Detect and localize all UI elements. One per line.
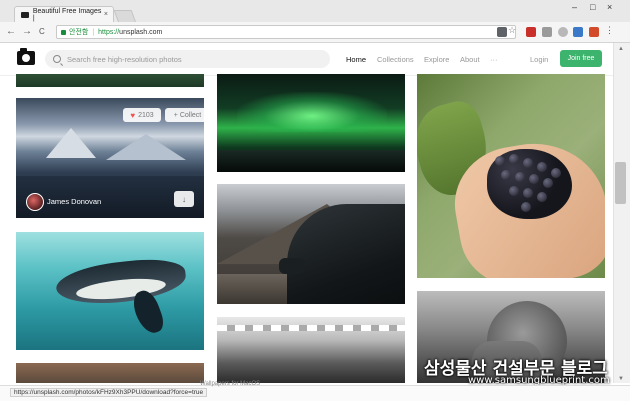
photo-mountains[interactable]: ♥ 2103 + Collect James Donovan ↓ [16,98,204,218]
tab-close-icon[interactable]: × [104,11,108,18]
photo-penguin[interactable] [16,232,204,350]
back-icon[interactable]: ← [6,26,16,37]
close-window-icon[interactable]: × [607,2,612,12]
cloud-icon[interactable] [558,27,568,37]
aurora-landscape [217,150,405,172]
scrollbar-track[interactable] [613,43,630,383]
grape [523,188,533,198]
nav-home[interactable]: Home [346,55,366,64]
station-lights [217,325,405,331]
search-icon [53,55,61,63]
author-name[interactable]: James Donovan [47,197,101,206]
photo-forest-top[interactable] [16,74,204,87]
grape [537,162,547,172]
tab-title: Beautiful Free Images | [32,7,102,22]
browser-titlebar: Beautiful Free Images | × – □ × [0,0,630,23]
download-icon[interactable]: ↓ [174,191,194,207]
nav-more[interactable]: ··· [490,55,498,64]
address-toolbar: ← → C 안전함 | https:// unsplash.com ☆ ⋮ [0,22,630,43]
grape [529,174,539,184]
translate-icon[interactable] [497,27,507,37]
ext-icon[interactable] [542,27,552,37]
secure-label: 안전함 [69,29,89,36]
grape [543,178,553,188]
camera-logo-icon[interactable] [17,48,35,65]
browser-tab[interactable]: Beautiful Free Images | × [14,6,114,22]
url-separator: | [92,28,95,36]
grape [509,154,519,164]
penguin-wing [129,287,167,337]
star-icon[interactable]: ☆ [508,25,518,35]
lock-icon [61,29,66,35]
photo-bottom-left[interactable] [16,363,204,383]
grape [501,170,511,180]
mountain-peak [46,128,96,158]
login-link[interactable]: Login [530,55,548,64]
nav-explore[interactable]: Explore [424,55,449,64]
photo-grapes[interactable] [417,74,605,278]
faded-caption: Wallpapers for MacOS [200,381,261,387]
maximize-icon[interactable]: □ [590,2,595,12]
url-host: unsplash.com [119,28,163,36]
status-link-url: https://unsplash.com/photos/kFHz9Xh3PPU/… [10,388,208,397]
photo-car-mountain[interactable] [217,184,405,304]
grape [495,156,505,166]
nav-about[interactable]: About [460,55,480,64]
grape [509,186,519,196]
like-button[interactable]: ♥ 2103 [123,108,161,122]
scroll-up-icon[interactable]: ▲ [618,46,624,52]
scroll-down-icon[interactable]: ▼ [618,376,624,382]
search-placeholder: Search free high-resolution photos [67,54,182,64]
camera-favicon-icon [21,11,29,18]
menu-icon[interactable]: ⋮ [605,25,615,35]
join-free-button[interactable]: Join free [560,50,602,67]
site-header: Search free high-resolution photos Home … [0,43,613,76]
url-bar[interactable]: 안전함 | https:// unsplash.com [56,25,516,39]
grape [551,168,561,178]
grape [515,172,525,182]
heart-icon: ♥ [130,110,136,120]
car-mirror [279,258,305,274]
search-input[interactable]: Search free high-resolution photos [45,50,330,68]
flag-icon[interactable] [589,27,599,37]
iq-icon[interactable] [573,27,583,37]
photo-station[interactable] [217,317,405,383]
reload-icon[interactable]: C [39,27,45,36]
like-count: 2103 [138,111,154,119]
nav-collections[interactable]: Collections [377,55,414,64]
collect-button[interactable]: + Collect [165,108,204,122]
mountain-peak [106,134,186,160]
avatar[interactable] [26,193,44,211]
grape [521,202,531,212]
aurora-glow [237,92,387,132]
forward-icon[interactable]: → [22,26,32,37]
scrollbar-thumb[interactable] [615,162,626,204]
grape [537,192,547,202]
photo-aurora[interactable] [217,74,405,172]
minimize-icon[interactable]: – [572,2,577,12]
pdf-icon[interactable] [526,27,536,37]
url-scheme: https:// [98,28,120,36]
grape [523,158,533,168]
